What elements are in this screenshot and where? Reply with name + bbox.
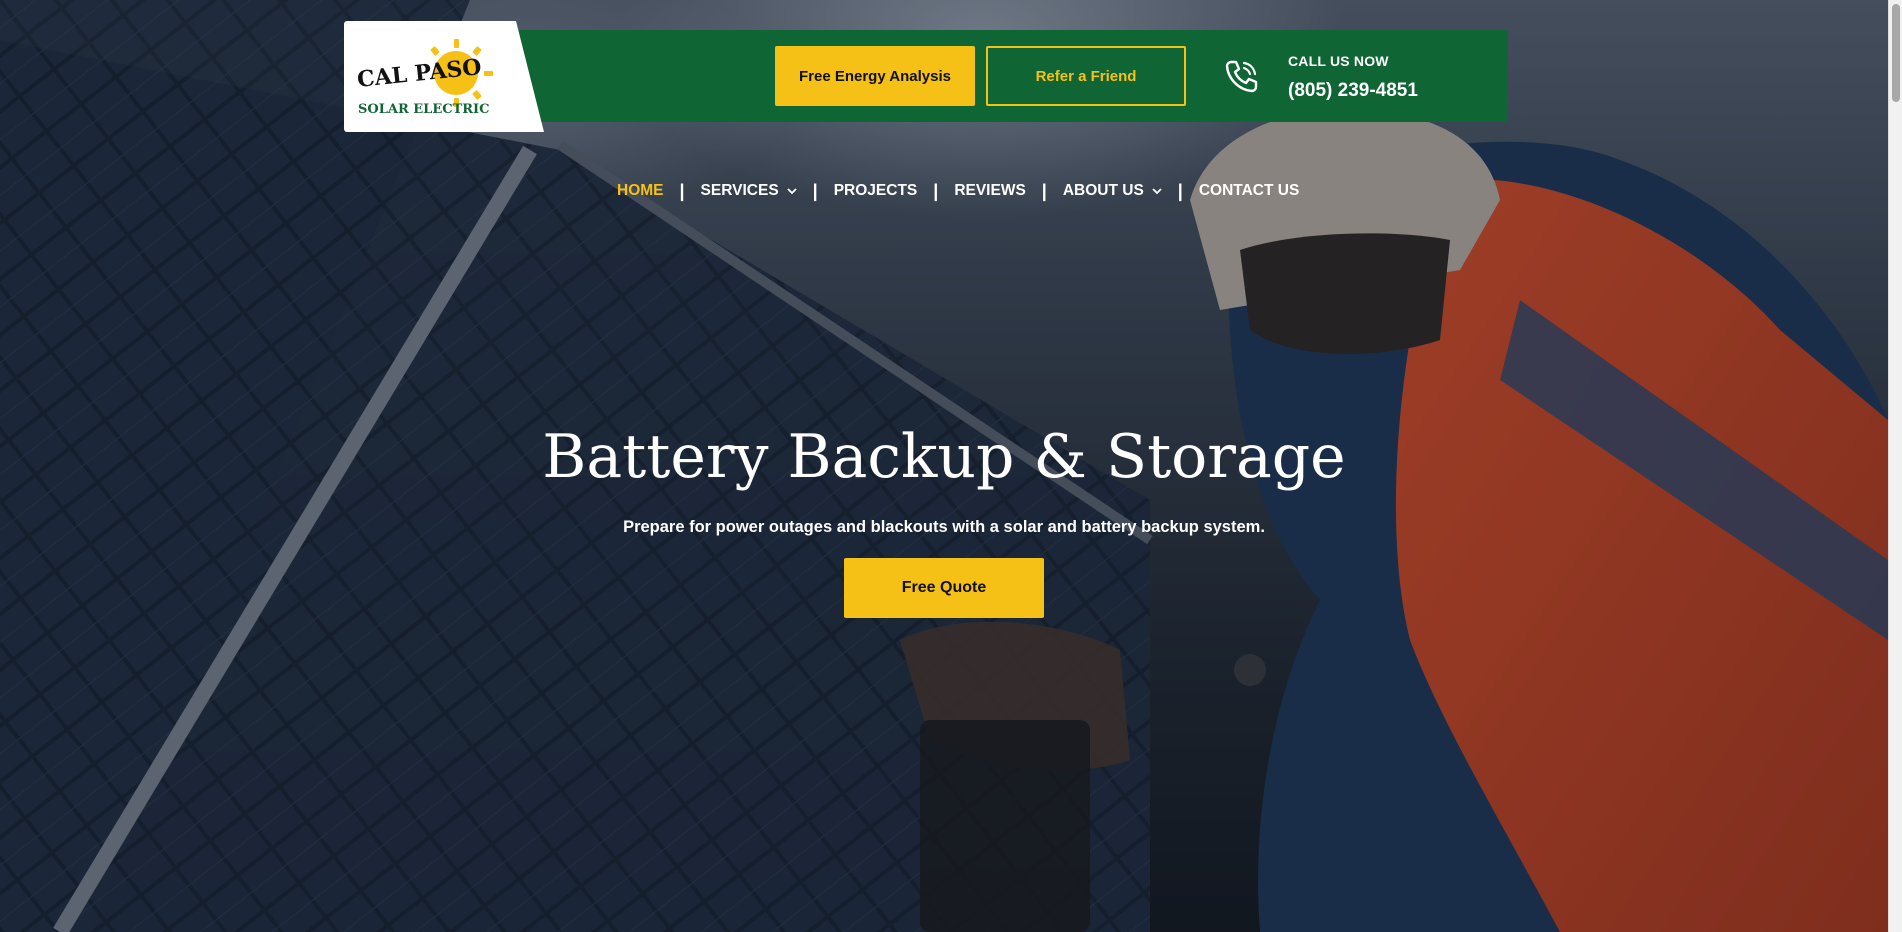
nav-item-label: HOME	[617, 182, 664, 199]
chevron-down-icon	[1152, 187, 1162, 194]
cal-paso-solar-logo: CAL PASO SOLAR ELECTRIC	[356, 39, 493, 117]
logo-wordmark-bottom: SOLAR ELECTRIC	[358, 102, 489, 117]
call-us-label: CALL US NOW	[1288, 53, 1389, 69]
nav-separator: |	[812, 180, 818, 201]
nav-item-home[interactable]: HOME	[617, 182, 664, 200]
chevron-down-icon	[787, 187, 797, 194]
nav-item-label: PROJECTS	[833, 182, 918, 199]
nav-separator: |	[1041, 180, 1047, 201]
nav-item-label: SERVICES	[700, 182, 779, 199]
nav-item-projects[interactable]: PROJECTS	[834, 182, 918, 200]
scrollbar-thumb[interactable]	[1892, 4, 1900, 102]
free-quote-button[interactable]: Free Quote	[844, 558, 1044, 618]
nav-item-label: REVIEWS	[954, 182, 1026, 199]
main-navigation: HOME | SERVICES | PROJECTS | REVIEWS | A…	[617, 178, 1299, 204]
nav-item-contact-us[interactable]: CONTACT US	[1199, 182, 1299, 200]
nav-item-label: CONTACT US	[1198, 182, 1300, 199]
refer-a-friend-button[interactable]: Refer a Friend	[986, 46, 1186, 106]
nav-separator: |	[679, 180, 685, 201]
nav-separator: |	[1177, 180, 1183, 201]
nav-item-services[interactable]: SERVICES	[701, 182, 797, 200]
logo-link[interactable]: CAL PASO SOLAR ELECTRIC	[344, 21, 544, 132]
nav-item-label: ABOUT US	[1062, 182, 1144, 199]
free-energy-analysis-button[interactable]: Free Energy Analysis	[775, 46, 975, 106]
phone-ringing-icon[interactable]	[1222, 56, 1262, 96]
nav-item-about-us[interactable]: ABOUT US	[1063, 182, 1162, 200]
page-scrollbar[interactable]	[1888, 0, 1902, 932]
hero-subtitle: Prepare for power outages and blackouts …	[623, 518, 1265, 536]
phone-number-link[interactable]: (805) 239-4851	[1288, 80, 1418, 102]
nav-item-reviews[interactable]: REVIEWS	[954, 182, 1025, 200]
nav-separator: |	[933, 180, 939, 201]
hero-title: Battery Backup & Storage	[542, 422, 1346, 492]
